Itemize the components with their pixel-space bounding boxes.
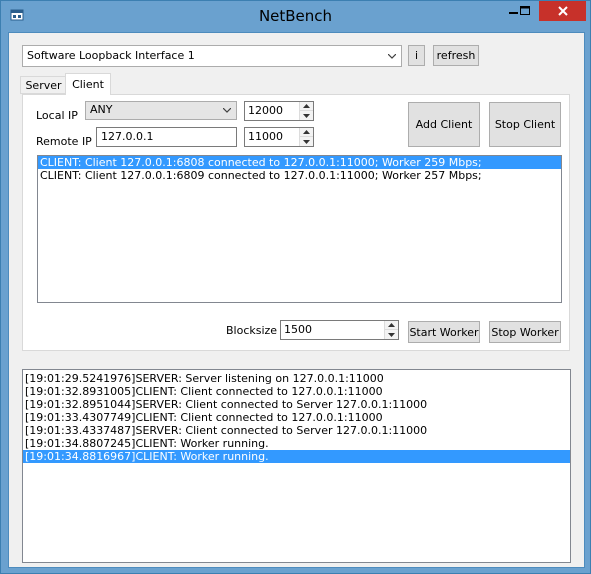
spin-down-icon[interactable] <box>384 330 398 339</box>
tab-client[interactable]: Client <box>65 73 111 95</box>
info-button[interactable]: i <box>408 45 425 66</box>
list-item[interactable]: [19:01:29.5241976]SERVER: Server listeni… <box>23 372 570 385</box>
close-icon <box>557 6 568 16</box>
spin-down-icon[interactable] <box>299 137 313 146</box>
spin-down-icon[interactable] <box>299 111 313 120</box>
client-tab-panel: Local IP ANY 12000 Remote IP 127.0.0.1 1… <box>22 94 570 351</box>
app-window: NetBench Software Loopback Interface 1 i… <box>0 0 591 574</box>
add-client-button[interactable]: Add Client <box>408 102 480 147</box>
list-item[interactable]: [19:01:33.4337487]SERVER: Client connect… <box>23 424 570 437</box>
refresh-button[interactable]: refresh <box>433 45 479 66</box>
list-item[interactable]: [19:01:34.8816967]CLIENT: Worker running… <box>23 450 570 463</box>
list-item[interactable]: [19:01:34.8807245]CLIENT: Worker running… <box>23 437 570 450</box>
local-port-value: 12000 <box>248 104 283 117</box>
interface-select[interactable]: Software Loopback Interface 1 <box>22 45 402 67</box>
maximize-button[interactable] <box>511 1 538 21</box>
blocksize-stepper[interactable]: 1500 <box>280 320 399 340</box>
local-ip-select[interactable]: ANY <box>85 101 237 120</box>
local-port-stepper[interactable]: 12000 <box>244 101 314 121</box>
blocksize-label: Blocksize <box>226 324 278 337</box>
list-item[interactable]: CLIENT: Client 127.0.0.1:6808 connected … <box>38 156 561 169</box>
client-area: Software Loopback Interface 1 i refresh … <box>8 32 585 568</box>
blocksize-value: 1500 <box>284 323 312 336</box>
close-button[interactable] <box>539 1 586 21</box>
spin-up-icon[interactable] <box>384 321 398 330</box>
remote-ip-input[interactable]: 127.0.0.1 <box>96 127 237 147</box>
list-item[interactable]: CLIENT: Client 127.0.0.1:6809 connected … <box>38 169 561 182</box>
stop-client-button[interactable]: Stop Client <box>489 102 561 147</box>
local-ip-label: Local IP <box>36 109 78 122</box>
stop-worker-button[interactable]: Stop Worker <box>489 321 561 343</box>
tab-server-label: Server <box>25 78 62 92</box>
local-ip-value: ANY <box>90 103 113 116</box>
chevron-down-icon <box>221 102 233 119</box>
clients-list[interactable]: CLIENT: Client 127.0.0.1:6808 connected … <box>37 155 562 303</box>
start-worker-button[interactable]: Start Worker <box>408 321 480 343</box>
remote-port-stepper[interactable]: 11000 <box>244 127 314 147</box>
list-item[interactable]: [19:01:32.8951044]SERVER: Client connect… <box>23 398 570 411</box>
list-item[interactable]: [19:01:33.4307749]CLIENT: Client connect… <box>23 411 570 424</box>
chevron-down-icon <box>386 46 398 66</box>
log-list[interactable]: [19:01:29.5241976]SERVER: Server listeni… <box>22 369 571 563</box>
remote-port-value: 11000 <box>248 130 283 143</box>
maximize-icon <box>519 6 530 15</box>
remote-ip-label: Remote IP <box>36 135 92 148</box>
interface-select-value: Software Loopback Interface 1 <box>27 49 195 62</box>
spin-up-icon[interactable] <box>299 102 313 111</box>
tab-server[interactable]: Server <box>20 76 67 94</box>
title-bar[interactable]: NetBench <box>1 1 590 32</box>
spin-up-icon[interactable] <box>299 128 313 137</box>
remote-ip-value: 127.0.0.1 <box>101 130 154 143</box>
list-item[interactable]: [19:01:32.8931005]CLIENT: Client connect… <box>23 385 570 398</box>
tab-client-label: Client <box>72 78 104 91</box>
